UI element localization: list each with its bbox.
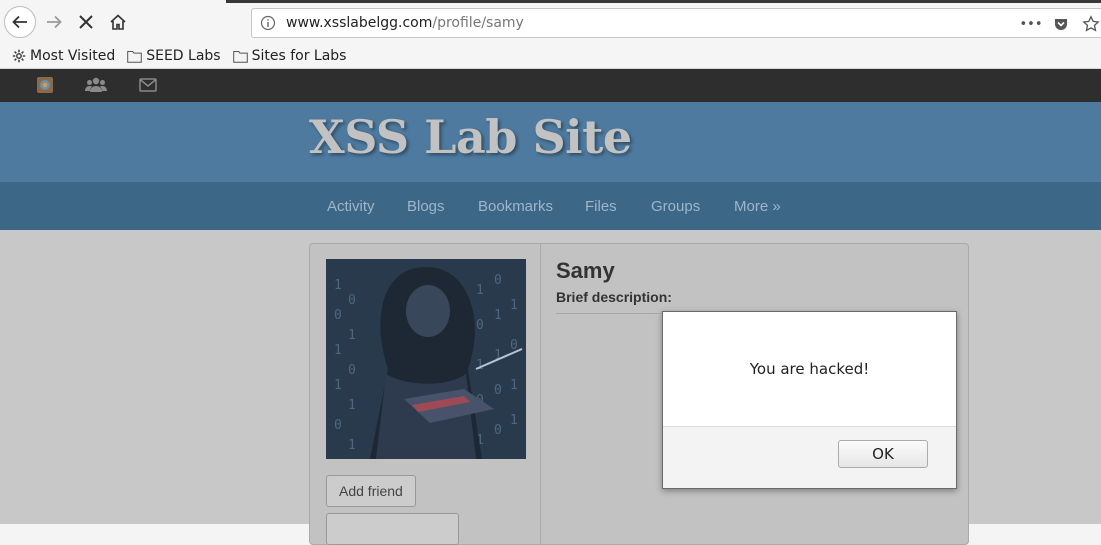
close-icon [79,15,93,29]
svg-text:0: 0 [334,308,342,323]
back-button[interactable] [4,6,36,38]
folder-icon [127,50,143,63]
svg-text:1: 1 [348,328,356,343]
svg-text:0: 0 [348,363,356,378]
svg-text:1: 1 [348,438,356,453]
bookmark-star-icon[interactable] [1081,14,1101,34]
alert-dialog: You are hacked! OK [662,311,957,489]
alert-message: You are hacked! [749,360,870,378]
menu-item-blogs[interactable]: Blogs [407,198,445,215]
site-title[interactable]: XSS Lab Site [309,110,632,164]
url-text: www.xsslabelgg.com/profile/samy [286,15,524,31]
back-arrow-icon [12,15,27,29]
friends-icon[interactable] [85,76,107,94]
site-topbar [0,69,1101,102]
address-bar[interactable]: www.xsslabelgg.com/profile/samy ••• [251,8,1101,38]
home-button[interactable] [106,10,130,34]
bookmark-label: SEED Labs [146,48,221,64]
forward-arrow-icon [47,15,62,29]
svg-text:1: 1 [348,398,356,413]
bookmark-label: Most Visited [30,48,116,64]
menu-item-bookmarks[interactable]: Bookmarks [478,198,553,215]
profile-name[interactable]: Samy [556,258,615,284]
svg-text:0: 0 [494,423,502,438]
info-icon[interactable] [260,15,276,31]
svg-text:1: 1 [476,283,484,298]
svg-text:0: 0 [494,383,502,398]
menu-item-groups[interactable]: Groups [651,198,700,215]
home-icon [110,14,126,30]
svg-text:0: 0 [348,293,356,308]
svg-text:1: 1 [334,278,342,293]
send-message-button[interactable] [326,513,459,545]
menu-item-more[interactable]: More » [734,198,781,215]
svg-text:1: 1 [334,343,342,358]
messages-icon[interactable] [138,76,158,94]
site-menu: Activity Blogs Bookmarks Files Groups Mo… [0,182,1101,230]
svg-text:1: 1 [510,298,518,313]
bookmark-label: Sites for Labs [251,48,347,64]
page-actions-icon[interactable]: ••• [1020,14,1043,34]
stop-loading-button[interactable] [74,10,98,34]
svg-text:1: 1 [494,308,502,323]
menu-item-activity[interactable]: Activity [327,198,375,215]
gear-icon [12,49,26,63]
profile-avatar[interactable]: 10110 01011 10101 01100 1011 [326,259,526,459]
alert-body: You are hacked! [663,312,956,427]
site-header: XSS Lab Site [0,102,1101,182]
tab-strip-edge [226,0,1101,3]
bookmark-most-visited[interactable]: Most Visited [12,48,115,64]
svg-text:0: 0 [476,318,484,333]
profile-divider [540,244,541,544]
bookmark-sites-for-labs[interactable]: Sites for Labs [232,48,347,64]
folder-icon [232,50,248,63]
ok-button[interactable]: OK [838,440,928,468]
svg-text:0: 0 [334,418,342,433]
svg-text:0: 0 [494,273,502,288]
elgg-logo-icon[interactable] [35,76,55,94]
brief-description-label: Brief description: [556,289,672,305]
svg-text:1: 1 [510,378,518,393]
url-host: www.xsslabelgg.com [286,15,433,31]
browser-toolbar: www.xsslabelgg.com/profile/samy ••• [0,0,1101,44]
add-friend-button[interactable]: Add friend [326,475,416,507]
bookmarks-toolbar: Most Visited SEED Labs Sites for Labs [0,44,1101,69]
address-bar-actions: ••• [1020,13,1101,35]
svg-text:1: 1 [334,378,342,393]
url-path: /profile/samy [432,15,524,31]
pocket-icon[interactable] [1051,14,1071,34]
svg-text:1: 1 [510,413,518,428]
bookmark-seed-labs[interactable]: SEED Labs [127,48,221,64]
menu-item-files[interactable]: Files [585,198,617,215]
forward-button[interactable] [42,10,66,34]
